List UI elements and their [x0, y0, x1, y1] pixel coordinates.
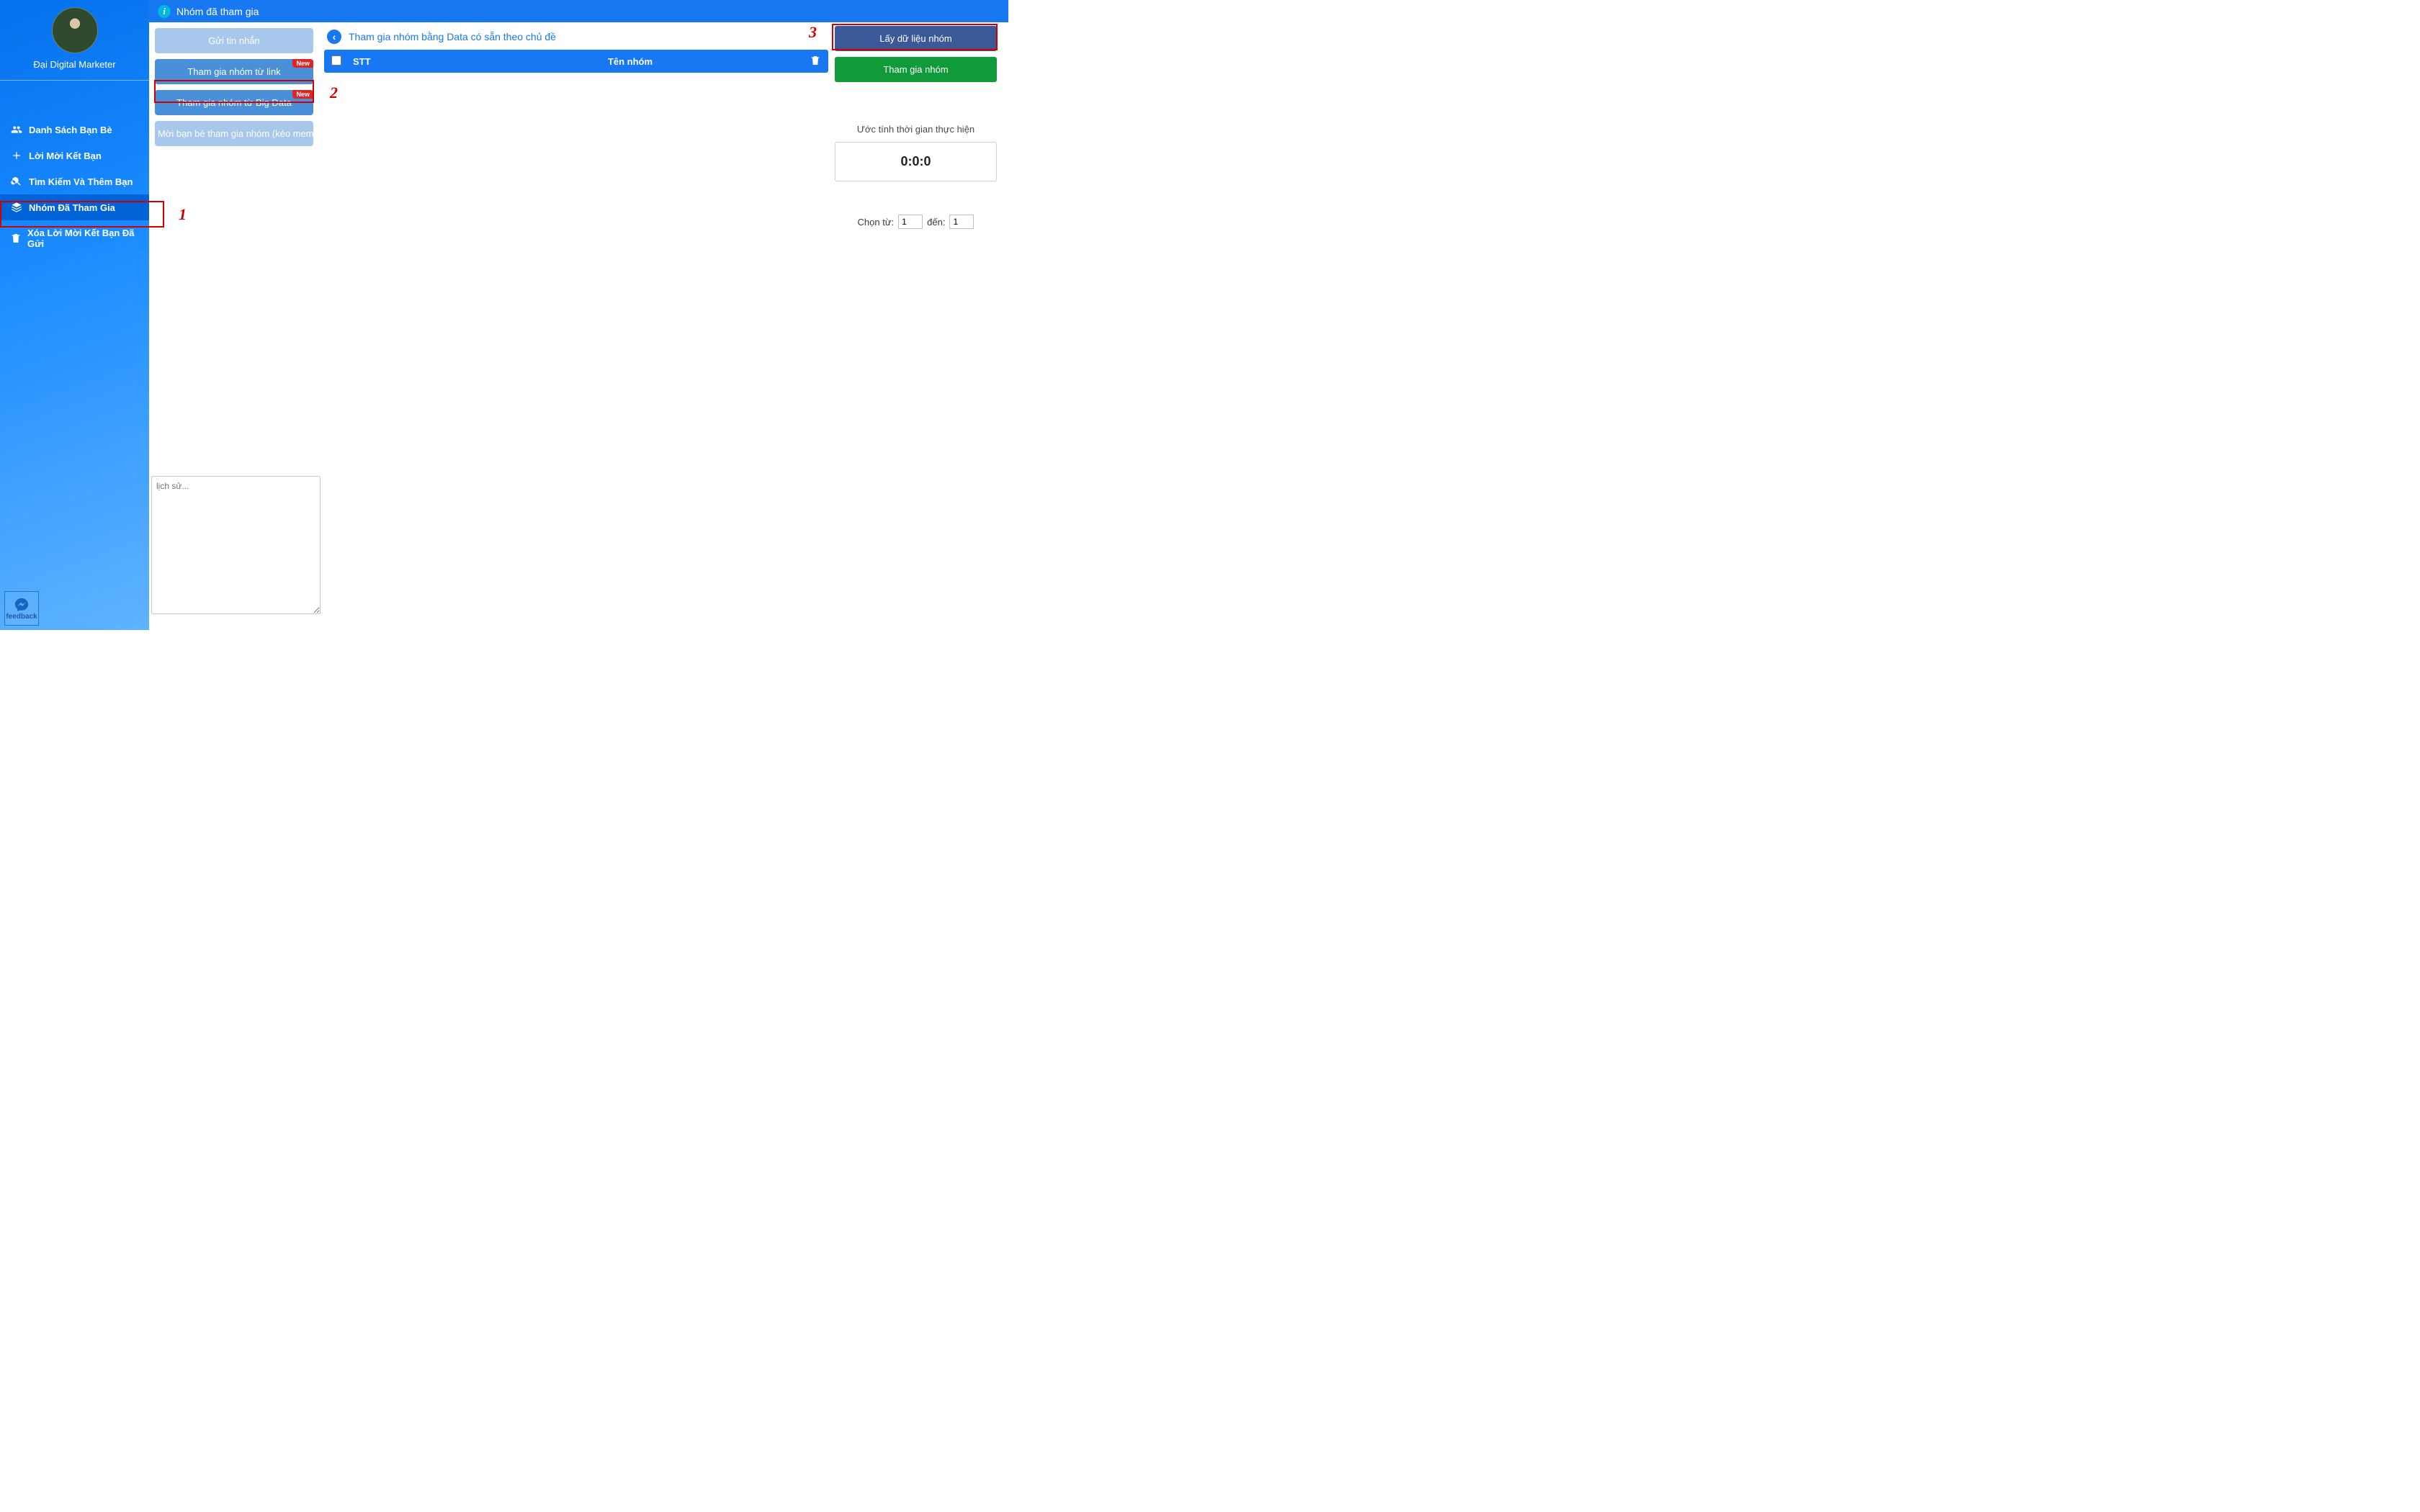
invite-friends-button[interactable]: Mời bạn bè tham gia nhóm (kéo member) — [155, 121, 313, 146]
sidebar-item-label: Xóa Lời Mời Kết Bạn Đã Gửi — [27, 228, 139, 249]
annotation-number-1: 1 — [179, 205, 187, 224]
new-badge: New — [292, 59, 313, 68]
users-icon — [10, 124, 23, 135]
sidebar-item-label: Lời Mời Kết Bạn — [29, 150, 102, 161]
trash-icon — [10, 233, 22, 244]
avatar[interactable] — [52, 7, 98, 53]
select-all-checkbox[interactable] — [331, 55, 341, 66]
breadcrumb: Tham gia nhóm bằng Data có sẵn theo chủ … — [349, 31, 556, 42]
range-from-label: Chọn từ: — [858, 217, 895, 228]
new-badge: New — [292, 90, 313, 99]
column-stt: STT — [353, 56, 461, 67]
send-message-button[interactable]: Gửi tin nhắn — [155, 28, 313, 53]
sidebar-item-label: Danh Sách Bạn Bè — [29, 125, 112, 135]
submenu: Gửi tin nhắn Tham gia nhóm từ link New T… — [149, 22, 318, 146]
estimate-label: Ước tính thời gian thực hiện — [835, 124, 997, 135]
delete-column-icon[interactable] — [799, 55, 821, 68]
get-group-data-button[interactable]: Lấy dữ liệu nhóm — [835, 26, 997, 51]
search-icon — [10, 176, 23, 187]
sidebar-item-label: Tìm Kiếm Và Thêm Bạn — [29, 176, 133, 187]
submenu-label: Tham gia nhóm từ link — [187, 66, 280, 77]
range-from-input[interactable] — [898, 215, 923, 229]
range-to-input[interactable] — [949, 215, 974, 229]
sidebar: Đại Digital Marketer Danh Sách Bạn Bè Lờ… — [0, 0, 149, 630]
sidebar-item-joined-groups[interactable]: Nhóm Đã Tham Gia — [0, 194, 149, 220]
annotation-number-2: 2 — [330, 84, 338, 102]
sidebar-divider — [0, 80, 149, 81]
join-from-link-button[interactable]: Tham gia nhóm từ link New — [155, 59, 313, 84]
table-header: STT Tên nhóm — [324, 50, 828, 73]
sidebar-item-label: Nhóm Đã Tham Gia — [29, 202, 115, 213]
join-group-button[interactable]: Tham gia nhóm — [835, 57, 997, 82]
button-label: Tham gia nhóm — [883, 64, 948, 75]
timer-value: 0:0:0 — [835, 142, 997, 181]
sidebar-item-search-add[interactable]: Tìm Kiếm Và Thêm Bạn — [0, 168, 149, 194]
range-row: Chọn từ: đến: — [835, 215, 997, 229]
submenu-label: Mời bạn bè tham gia nhóm (kéo member) — [158, 128, 313, 139]
sidebar-nav: Danh Sách Bạn Bè Lời Mời Kết Bạn Tìm Kiế… — [0, 117, 149, 256]
range-to-label: đến: — [927, 217, 945, 228]
column-group-name: Tên nhóm — [461, 56, 799, 67]
sidebar-item-friends-list[interactable]: Danh Sách Bạn Bè — [0, 117, 149, 143]
right-panel: Lấy dữ liệu nhóm Tham gia nhóm Ước tính … — [835, 26, 997, 229]
plus-icon — [10, 150, 23, 161]
feedback-button[interactable]: feedback — [4, 591, 39, 626]
feedback-label: feedback — [6, 613, 37, 621]
submenu-label: Gửi tin nhắn — [208, 35, 260, 46]
join-from-bigdata-button[interactable]: Tham gia nhóm từ Big Data New — [155, 90, 313, 115]
sidebar-item-friend-requests[interactable]: Lời Mời Kết Bạn — [0, 143, 149, 168]
back-icon[interactable]: ‹ — [327, 30, 341, 44]
messenger-icon — [14, 597, 30, 613]
info-icon: i — [158, 5, 171, 18]
layers-icon — [10, 202, 23, 213]
page-title: Nhóm đã tham gia — [176, 6, 259, 17]
page-header: i Nhóm đã tham gia — [149, 0, 1008, 22]
submenu-label: Tham gia nhóm từ Big Data — [176, 97, 292, 108]
sidebar-item-delete-sent-requests[interactable]: Xóa Lời Mời Kết Bạn Đã Gửi — [0, 220, 149, 256]
history-textarea[interactable] — [151, 476, 321, 614]
username: Đại Digital Marketer — [0, 59, 149, 70]
button-label: Lấy dữ liệu nhóm — [879, 33, 951, 44]
